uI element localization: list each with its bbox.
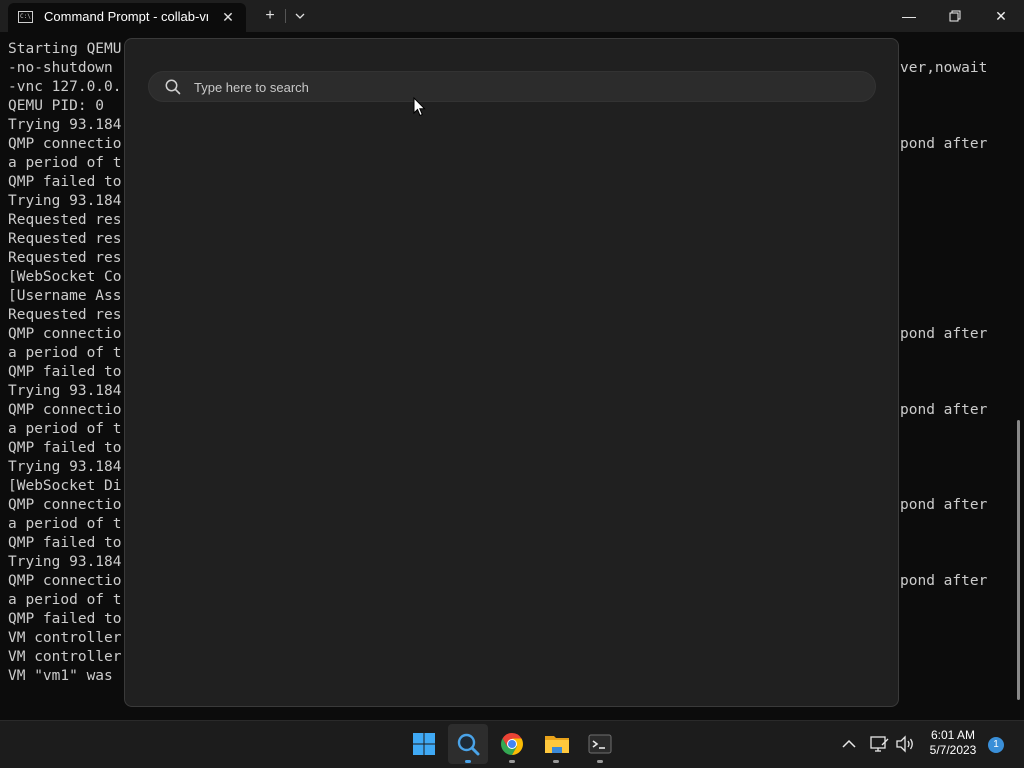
terminal-line: QMP failed to — [8, 174, 122, 190]
chrome-icon — [501, 733, 523, 755]
terminal-line: QMP failed to — [8, 364, 122, 380]
terminal-line: QMP connectio — [8, 402, 122, 418]
terminal-line: Requested res — [8, 212, 122, 228]
volume-button[interactable] — [894, 733, 916, 755]
close-window-button[interactable]: ✕ — [978, 0, 1024, 32]
clock-time: 6:01 AM — [930, 728, 976, 742]
terminal-line: Trying 93.184 — [8, 193, 122, 209]
clock[interactable]: 6:01 AM 5/7/2023 — [920, 728, 986, 758]
terminal-line: VM controller — [8, 649, 122, 665]
terminal-line: Trying 93.184 — [8, 459, 122, 475]
terminal-line: Trying 93.184 — [8, 383, 122, 399]
terminal-scrollbar[interactable] — [1017, 420, 1020, 700]
mouse-cursor-icon — [413, 97, 426, 117]
terminal-line: QMP failed to — [8, 535, 122, 551]
search-input[interactable] — [192, 72, 856, 103]
terminal-line: a period of t — [8, 421, 122, 437]
terminal-line-fragment: pond after — [900, 497, 988, 513]
terminal-line: [WebSocket Di — [8, 478, 122, 494]
maximize-button[interactable] — [932, 0, 978, 32]
tab-dropdown-button[interactable] — [286, 2, 314, 30]
terminal-line: a period of t — [8, 592, 122, 608]
chevron-up-icon — [842, 739, 856, 748]
terminal-line: VM "vm1" was — [8, 668, 113, 684]
network-icon — [870, 736, 889, 752]
terminal-line: a period of t — [8, 345, 122, 361]
terminal-line: Requested res — [8, 250, 122, 266]
terminal-line: Requested res — [8, 307, 122, 323]
running-indicator — [597, 760, 603, 763]
tab-command-prompt[interactable]: C:\ Command Prompt - collab-vn ✕ — [8, 3, 246, 32]
command-prompt-icon: C:\ — [18, 11, 33, 23]
notification-badge[interactable]: 1 — [988, 737, 1004, 753]
terminal-line-fragment: pond after — [900, 136, 988, 152]
windows-logo-icon — [413, 733, 435, 755]
terminal-line: Trying 93.184 — [8, 554, 122, 570]
terminal-line: VM controller — [8, 630, 122, 646]
terminal-line: -vnc 127.0.0. — [8, 79, 122, 95]
close-tab-icon[interactable]: ✕ — [216, 5, 240, 29]
chevron-down-icon — [295, 13, 305, 19]
running-indicator — [553, 760, 559, 763]
speaker-icon — [896, 735, 913, 753]
running-indicator — [465, 760, 471, 763]
network-status-button[interactable] — [868, 733, 890, 755]
terminal-line: Requested res — [8, 231, 122, 247]
new-tab-button[interactable]: + — [256, 2, 284, 30]
terminal-line: QMP connectio — [8, 573, 122, 589]
search-panel — [124, 38, 899, 707]
terminal-line-fragment: pond after — [900, 326, 988, 342]
file-explorer-app-button[interactable] — [536, 724, 576, 764]
taskbar: 6:01 AM 5/7/2023 1 — [0, 720, 1024, 768]
terminal-line-fragment: pond after — [900, 402, 988, 418]
terminal-line: a period of t — [8, 155, 122, 171]
terminal-icon — [588, 734, 612, 754]
terminal-line: QMP failed to — [8, 440, 122, 456]
terminal-line: a period of t — [8, 516, 122, 532]
terminal-line-fragment: ver,nowait — [900, 60, 988, 76]
search-icon — [165, 79, 181, 95]
taskbar-search-button[interactable] — [448, 724, 488, 764]
tab-title: Command Prompt - collab-vn — [44, 9, 208, 24]
terminal-line: [Username Ass — [8, 288, 122, 304]
terminal-line: Starting QEMU — [8, 41, 122, 57]
chrome-app-button[interactable] — [492, 724, 532, 764]
terminal-line: [WebSocket Co — [8, 269, 122, 285]
terminal-line: -no-shutdown — [8, 60, 113, 76]
minimize-button[interactable]: — — [886, 0, 932, 32]
terminal-line: QMP connectio — [8, 136, 122, 152]
terminal-line: QMP failed to — [8, 611, 122, 627]
restore-icon — [949, 10, 961, 22]
clock-date: 5/7/2023 — [929, 743, 977, 757]
title-bar: C:\ Command Prompt - collab-vn ✕ + — ✕ — [0, 0, 1024, 32]
running-indicator — [509, 760, 515, 763]
terminal-line: QEMU PID: 0 — [8, 98, 105, 114]
terminal-line: QMP connectio — [8, 326, 122, 342]
terminal-line: QMP connectio — [8, 497, 122, 513]
search-icon — [457, 733, 480, 756]
folder-icon — [545, 736, 569, 753]
show-hidden-icons-button[interactable] — [838, 733, 860, 755]
terminal-line: Trying 93.184 — [8, 117, 122, 133]
start-button[interactable] — [404, 724, 444, 764]
terminal-line-fragment: pond after — [900, 573, 988, 589]
terminal-app-button[interactable] — [580, 724, 620, 764]
search-box[interactable] — [148, 71, 876, 103]
